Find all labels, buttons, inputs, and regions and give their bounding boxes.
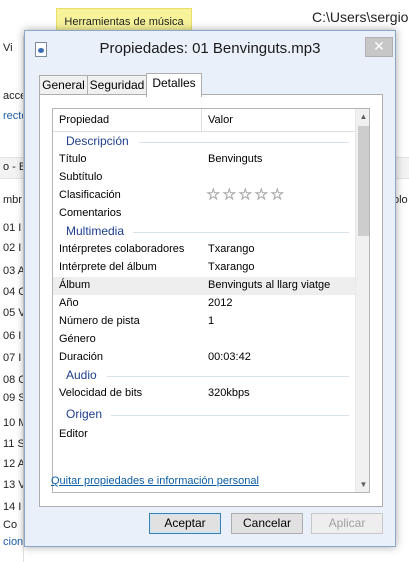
group-audio: Audio (53, 367, 355, 385)
tab-general[interactable]: General (39, 75, 88, 95)
row-track-number[interactable]: Número de pista 1 (53, 313, 355, 331)
vertical-scrollbar[interactable]: ▲ ▼ (355, 109, 369, 492)
remove-properties-link[interactable]: Quitar propiedades e información persona… (51, 475, 259, 487)
nav-fragment[interactable]: recto (3, 110, 23, 122)
explorer-file-list-left: Vi acces recto o - B mbr 01 I 02 I 03 A … (0, 36, 24, 562)
status-fragment: Co (3, 519, 18, 531)
row-album-artist[interactable]: Intérprete del álbum Txarango (53, 259, 355, 277)
properties-dialog: Propiedades: 01 Benvinguts.mp3 ✕ General… (24, 30, 396, 547)
scroll-up-icon[interactable]: ▲ (356, 109, 369, 124)
dialog-titlebar[interactable]: Propiedades: 01 Benvinguts.mp3 ✕ (25, 31, 395, 65)
close-button[interactable]: ✕ (365, 37, 393, 57)
file-item[interactable]: 14 I (3, 501, 21, 513)
explorer-path-title: C:\Users\sergio (312, 9, 409, 25)
status-fragment: cion (3, 536, 24, 548)
file-item[interactable]: 07 I (3, 352, 21, 364)
file-item[interactable]: 06 I (3, 330, 21, 342)
row-album[interactable]: Álbum Benvinguts al llarg viatge (53, 277, 355, 295)
nav-fragment[interactable]: acces (3, 90, 23, 102)
ribbon-tab-fragment[interactable]: Vi (3, 42, 13, 54)
dialog-title: Propiedades: 01 Benvinguts.mp3 (99, 40, 321, 57)
accept-button[interactable]: Aceptar (149, 513, 221, 534)
star-icon[interactable]: ★ (271, 187, 285, 203)
row-publisher[interactable]: Editor (53, 426, 355, 444)
file-item[interactable]: 13 V (3, 479, 23, 491)
row-rating[interactable]: Clasificación ★ ★ ★ ★ ★ (53, 187, 355, 205)
star-icon[interactable]: ★ (239, 187, 253, 203)
apply-button[interactable]: Aplicar (311, 513, 383, 534)
file-item[interactable]: 12 A (3, 458, 23, 470)
row-bitrate[interactable]: Velocidad de bits 320kbps (53, 385, 355, 403)
file-item[interactable]: 05 V (3, 307, 23, 319)
list-header: Propiedad Valor (53, 109, 355, 132)
file-item[interactable]: 03 A (3, 265, 23, 277)
row-title[interactable]: Título Benvinguts (53, 151, 355, 169)
details-panel: Propiedad Valor Descripción Título Benvi… (39, 94, 383, 507)
star-icon[interactable]: ★ (207, 187, 221, 203)
scroll-thumb[interactable] (358, 126, 369, 236)
group-description: Descripción (53, 133, 355, 151)
file-item[interactable]: 08 C (3, 374, 23, 386)
breadcrumb-fragment[interactable]: o - B (3, 161, 23, 173)
row-contributing-artists[interactable]: Intérpretes colaboradores Txarango (53, 241, 355, 259)
tab-security[interactable]: Seguridad (87, 75, 147, 95)
column-value[interactable]: Valor (208, 114, 233, 126)
row-genre[interactable]: Género (53, 331, 355, 349)
file-item[interactable]: 04 C (3, 286, 23, 298)
star-icon[interactable]: ★ (223, 187, 237, 203)
file-item[interactable]: 01 I (3, 222, 21, 234)
file-item[interactable]: 09 S (3, 392, 23, 404)
title-value[interactable]: Benvinguts (208, 153, 262, 165)
file-item[interactable]: 11 S (3, 438, 23, 450)
cancel-button[interactable]: Cancelar (231, 513, 303, 534)
row-year[interactable]: Año 2012 (53, 295, 355, 313)
group-multimedia: Multimedia (53, 223, 355, 241)
file-item[interactable]: 02 I (3, 242, 21, 254)
column-property[interactable]: Propiedad (59, 114, 109, 126)
tab-details[interactable]: Detalles (146, 73, 202, 97)
row-comments[interactable]: Comentarios (53, 205, 355, 223)
property-list[interactable]: Propiedad Valor Descripción Título Benvi… (52, 108, 370, 493)
scroll-down-icon[interactable]: ▼ (356, 477, 369, 492)
column-header-fragment[interactable]: mbr (3, 194, 22, 206)
row-duration[interactable]: Duración 00:03:42 (53, 349, 355, 367)
file-item[interactable]: 10 M (3, 417, 23, 429)
row-subtitle[interactable]: Subtítulo (53, 169, 355, 187)
star-icon[interactable]: ★ (255, 187, 269, 203)
group-origin: Origen (53, 406, 355, 424)
